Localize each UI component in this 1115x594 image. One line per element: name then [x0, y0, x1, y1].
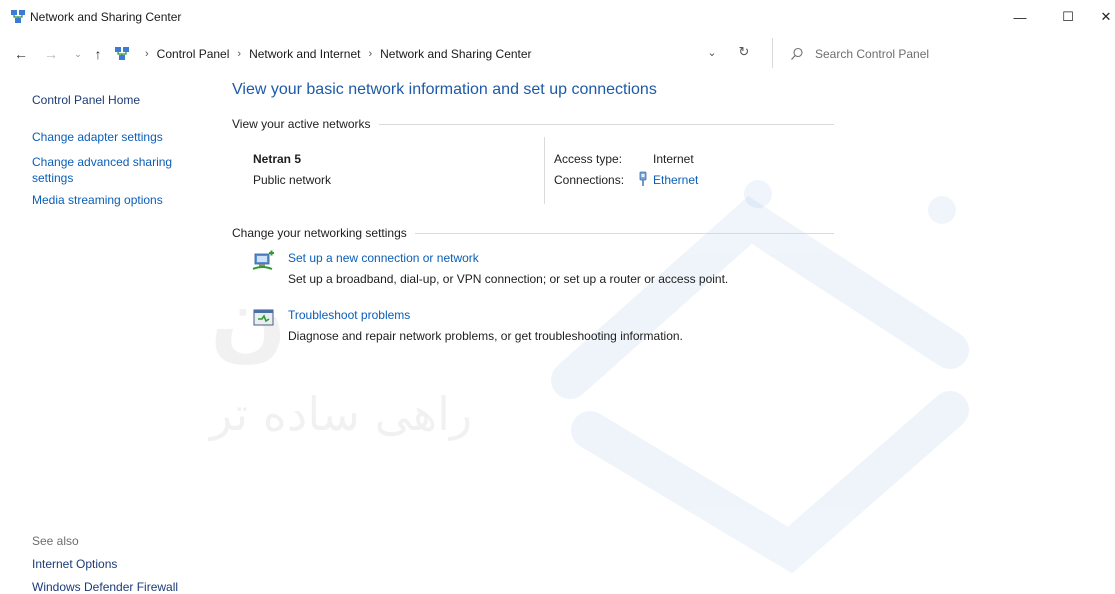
change-settings-section: Change your networking settings	[232, 226, 834, 240]
page-title: View your basic network information and …	[232, 81, 657, 98]
connections-label: Connections:	[554, 173, 625, 187]
forward-button[interactable]: →	[42, 44, 60, 64]
address-dropdown-button[interactable]: ⌄	[704, 46, 720, 64]
media-streaming-options-link[interactable]: Media streaming options	[32, 193, 163, 207]
internet-options-link[interactable]: Internet Options	[32, 557, 117, 571]
change-adapter-settings-link[interactable]: Change adapter settings	[32, 130, 163, 144]
network-center-icon	[10, 9, 26, 28]
watermark-text: راهی ساده تر	[208, 387, 472, 442]
setup-new-connection-link[interactable]: Set up a new connection or network	[288, 251, 479, 265]
control-panel-home-link[interactable]: Control Panel Home	[32, 93, 140, 107]
search-input[interactable]: Search Control Panel	[815, 47, 929, 61]
ethernet-connection-link[interactable]: Ethernet	[653, 173, 698, 187]
breadcrumb-network-and-internet[interactable]: Network and Internet	[249, 47, 360, 61]
see-also-heading: See also	[32, 534, 79, 548]
windows-defender-firewall-link[interactable]: Windows Defender Firewall	[32, 580, 178, 594]
change-advanced-sharing-link[interactable]: Change advanced sharing settings	[32, 154, 192, 186]
section-divider	[378, 123, 834, 125]
refresh-button[interactable]: ↻	[735, 44, 753, 64]
access-type-value: Internet	[653, 152, 694, 166]
up-button[interactable]: ↑	[90, 44, 106, 64]
section-divider	[414, 232, 834, 234]
active-networks-heading: View your active networks	[232, 117, 371, 131]
close-button[interactable]: ✕	[1094, 0, 1115, 34]
access-type-label: Access type:	[554, 152, 623, 166]
network-type[interactable]: Public network	[253, 173, 331, 187]
troubleshoot-icon	[253, 308, 275, 331]
breadcrumb-separator: ›	[237, 48, 242, 60]
new-connection-icon	[252, 250, 278, 275]
svg-text:ن: ن	[210, 267, 287, 372]
troubleshoot-problems-link[interactable]: Troubleshoot problems	[288, 308, 410, 322]
breadcrumb-control-panel[interactable]: Control Panel	[157, 47, 230, 61]
vertical-divider	[544, 137, 545, 204]
active-networks-section: View your active networks	[232, 117, 834, 131]
change-settings-heading: Change your networking settings	[232, 226, 407, 240]
maximize-button[interactable]: ☐	[1046, 0, 1090, 34]
recent-locations-button[interactable]: ⌄	[72, 44, 84, 64]
control-panel-icon	[114, 46, 130, 65]
breadcrumb-network-and-sharing-center[interactable]: Network and Sharing Center	[380, 47, 531, 61]
window-title: Network and Sharing Center	[30, 10, 182, 24]
back-button[interactable]: ←	[12, 44, 30, 64]
network-name: Netran 5	[253, 152, 302, 166]
breadcrumb: › Control Panel › Network and Internet ›…	[137, 47, 532, 61]
ethernet-icon	[637, 171, 649, 190]
search-icon	[790, 47, 804, 64]
troubleshoot-problems-description: Diagnose and repair network problems, or…	[288, 329, 683, 343]
setup-new-connection-description: Set up a broadband, dial-up, or VPN conn…	[288, 272, 729, 286]
minimize-button[interactable]: —	[998, 0, 1042, 34]
breadcrumb-separator: ›	[145, 48, 149, 60]
breadcrumb-separator: ›	[368, 48, 373, 60]
